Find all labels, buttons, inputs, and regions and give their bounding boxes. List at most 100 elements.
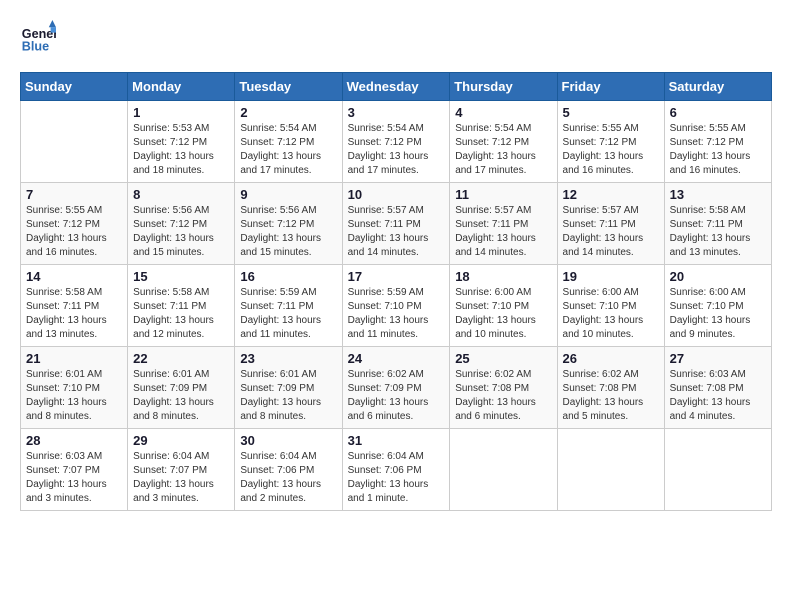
day-info: Sunrise: 6:02 AMSunset: 7:08 PMDaylight:… (455, 368, 551, 424)
week-row-3: 14 Sunrise: 5:58 AMSunset: 7:11 PMDayligh… (21, 265, 772, 347)
day-cell: 1Sunrise: 5:53 AMSunset: 7:12 PMDaylight… (128, 101, 235, 183)
day-number: 14 (26, 269, 122, 284)
day-cell: 25 Sunrise: 6:02 AMSunset: 7:08 PMDayligh… (450, 347, 557, 429)
weekday-header-monday: Monday (128, 73, 235, 101)
logo: General Blue (20, 20, 56, 56)
day-number: 2 (240, 105, 336, 120)
day-number: 28 (26, 433, 122, 448)
day-cell: 24 Sunrise: 6:02 AMSunset: 7:09 PMDayligh… (342, 347, 450, 429)
weekday-header-row: SundayMondayTuesdayWednesdayThursdayFrid… (21, 73, 772, 101)
day-info: Sunrise: 5:55 AMSunset: 7:12 PMDaylight:… (26, 204, 122, 260)
day-cell: 23 Sunrise: 6:01 AMSunset: 7:09 PMDayligh… (235, 347, 342, 429)
day-cell: 12Sunrise: 5:57 AMSunset: 7:11 PMDayligh… (557, 183, 664, 265)
week-row-4: 21 Sunrise: 6:01 AMSunset: 7:10 PMDayligh… (21, 347, 772, 429)
day-cell: 11Sunrise: 5:57 AMSunset: 7:11 PMDayligh… (450, 183, 557, 265)
day-info: Sunrise: 6:00 AMSunset: 7:10 PMDaylight:… (670, 286, 766, 342)
day-info: Sunrise: 6:04 AMSunset: 7:06 PMDaylight:… (240, 450, 336, 506)
day-number: 3 (348, 105, 445, 120)
day-cell (21, 101, 128, 183)
day-number: 16 (240, 269, 336, 284)
calendar: SundayMondayTuesdayWednesdayThursdayFrid… (20, 72, 772, 511)
day-cell: 22Sunrise: 6:01 AMSunset: 7:09 PMDayligh… (128, 347, 235, 429)
day-number: 22 (133, 351, 229, 366)
day-number: 19 (563, 269, 659, 284)
week-row-1: 1Sunrise: 5:53 AMSunset: 7:12 PMDaylight… (21, 101, 772, 183)
logo-icon: General Blue (20, 20, 56, 56)
day-info: Sunrise: 6:00 AMSunset: 7:10 PMDaylight:… (455, 286, 551, 342)
day-cell: 15 Sunrise: 5:58 AMSunset: 7:11 PMDayligh… (128, 265, 235, 347)
day-cell: 16 Sunrise: 5:59 AMSunset: 7:11 PMDayligh… (235, 265, 342, 347)
day-number: 27 (670, 351, 766, 366)
day-info: Sunrise: 6:02 AMSunset: 7:08 PMDaylight:… (563, 368, 659, 424)
svg-text:Blue: Blue (22, 40, 49, 54)
day-info: Sunrise: 5:54 AMSunset: 7:12 PMDaylight:… (455, 122, 551, 178)
day-info: Sunrise: 5:54 AMSunset: 7:12 PMDaylight:… (348, 122, 445, 178)
day-cell: 30 Sunrise: 6:04 AMSunset: 7:06 PMDayligh… (235, 429, 342, 511)
day-cell: 29 Sunrise: 6:04 AMSunset: 7:07 PMDayligh… (128, 429, 235, 511)
day-cell: 6 Sunrise: 5:55 AMSunset: 7:12 PMDaylight… (664, 101, 771, 183)
day-info: Sunrise: 5:59 AMSunset: 7:11 PMDaylight:… (240, 286, 336, 342)
day-cell: 21 Sunrise: 6:01 AMSunset: 7:10 PMDayligh… (21, 347, 128, 429)
day-number: 4 (455, 105, 551, 120)
day-number: 24 (348, 351, 445, 366)
day-number: 23 (240, 351, 336, 366)
day-cell: 19 Sunrise: 6:00 AMSunset: 7:10 PMDayligh… (557, 265, 664, 347)
day-info: Sunrise: 5:57 AMSunset: 7:11 PMDaylight:… (455, 204, 551, 260)
day-number: 9 (240, 187, 336, 202)
day-cell: 8 Sunrise: 5:56 AMSunset: 7:12 PMDaylight… (128, 183, 235, 265)
day-number: 5 (563, 105, 659, 120)
day-cell: 31 Sunrise: 6:04 AMSunset: 7:06 PMDayligh… (342, 429, 450, 511)
day-number: 30 (240, 433, 336, 448)
day-cell (557, 429, 664, 511)
day-info: Sunrise: 5:55 AMSunset: 7:12 PMDaylight:… (670, 122, 766, 178)
day-cell: 7 Sunrise: 5:55 AMSunset: 7:12 PMDaylight… (21, 183, 128, 265)
day-number: 25 (455, 351, 551, 366)
day-number: 15 (133, 269, 229, 284)
day-number: 18 (455, 269, 551, 284)
day-info: Sunrise: 5:59 AMSunset: 7:10 PMDaylight:… (348, 286, 445, 342)
day-cell: 26 Sunrise: 6:02 AMSunset: 7:08 PMDayligh… (557, 347, 664, 429)
day-info: Sunrise: 5:53 AMSunset: 7:12 PMDaylight:… (133, 122, 229, 178)
week-row-5: 28 Sunrise: 6:03 AMSunset: 7:07 PMDayligh… (21, 429, 772, 511)
day-number: 26 (563, 351, 659, 366)
day-info: Sunrise: 6:03 AMSunset: 7:07 PMDaylight:… (26, 450, 122, 506)
day-number: 13 (670, 187, 766, 202)
day-cell: 14 Sunrise: 5:58 AMSunset: 7:11 PMDayligh… (21, 265, 128, 347)
weekday-header-tuesday: Tuesday (235, 73, 342, 101)
day-number: 31 (348, 433, 445, 448)
day-number: 6 (670, 105, 766, 120)
weekday-header-sunday: Sunday (21, 73, 128, 101)
day-cell: 9 Sunrise: 5:56 AMSunset: 7:12 PMDaylight… (235, 183, 342, 265)
day-info: Sunrise: 6:03 AMSunset: 7:08 PMDaylight:… (670, 368, 766, 424)
day-info: Sunrise: 5:57 AMSunset: 7:11 PMDaylight:… (563, 204, 659, 260)
day-info: Sunrise: 6:04 AMSunset: 7:06 PMDaylight:… (348, 450, 445, 506)
day-info: Sunrise: 5:58 AMSunset: 7:11 PMDaylight:… (133, 286, 229, 342)
day-info: Sunrise: 6:04 AMSunset: 7:07 PMDaylight:… (133, 450, 229, 506)
day-info: Sunrise: 6:01 AMSunset: 7:09 PMDaylight:… (240, 368, 336, 424)
week-row-2: 7 Sunrise: 5:55 AMSunset: 7:12 PMDaylight… (21, 183, 772, 265)
day-cell: 20Sunrise: 6:00 AMSunset: 7:10 PMDayligh… (664, 265, 771, 347)
day-cell: 17 Sunrise: 5:59 AMSunset: 7:10 PMDayligh… (342, 265, 450, 347)
day-cell: 5 Sunrise: 5:55 AMSunset: 7:12 PMDaylight… (557, 101, 664, 183)
weekday-header-saturday: Saturday (664, 73, 771, 101)
day-info: Sunrise: 6:02 AMSunset: 7:09 PMDaylight:… (348, 368, 445, 424)
day-number: 29 (133, 433, 229, 448)
day-info: Sunrise: 5:57 AMSunset: 7:11 PMDaylight:… (348, 204, 445, 260)
day-cell: 2Sunrise: 5:54 AMSunset: 7:12 PMDaylight… (235, 101, 342, 183)
day-number: 21 (26, 351, 122, 366)
day-number: 10 (348, 187, 445, 202)
day-info: Sunrise: 5:56 AMSunset: 7:12 PMDaylight:… (240, 204, 336, 260)
day-cell (664, 429, 771, 511)
day-cell (450, 429, 557, 511)
day-info: Sunrise: 5:56 AMSunset: 7:12 PMDaylight:… (133, 204, 229, 260)
day-cell: 4 Sunrise: 5:54 AMSunset: 7:12 PMDaylight… (450, 101, 557, 183)
day-number: 7 (26, 187, 122, 202)
day-info: Sunrise: 5:58 AMSunset: 7:11 PMDaylight:… (26, 286, 122, 342)
day-number: 17 (348, 269, 445, 284)
weekday-header-friday: Friday (557, 73, 664, 101)
day-info: Sunrise: 6:00 AMSunset: 7:10 PMDaylight:… (563, 286, 659, 342)
day-cell: 13Sunrise: 5:58 AMSunset: 7:11 PMDayligh… (664, 183, 771, 265)
day-info: Sunrise: 5:55 AMSunset: 7:12 PMDaylight:… (563, 122, 659, 178)
day-number: 8 (133, 187, 229, 202)
day-info: Sunrise: 6:01 AMSunset: 7:10 PMDaylight:… (26, 368, 122, 424)
